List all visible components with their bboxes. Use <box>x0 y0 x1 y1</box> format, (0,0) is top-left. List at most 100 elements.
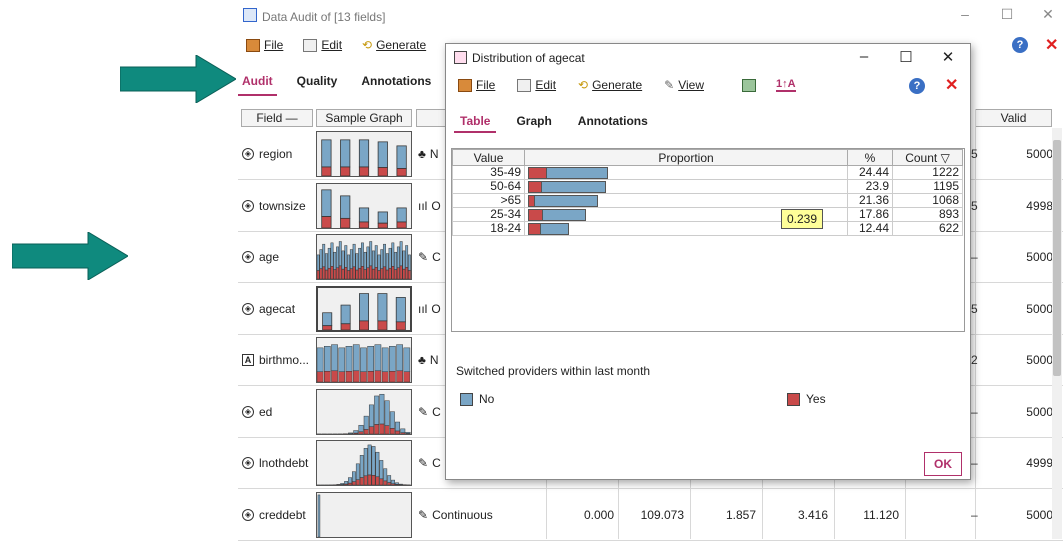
header-value[interactable]: Value <box>453 150 525 166</box>
measure-cell: ♣N <box>418 334 439 386</box>
proportion-bar-no <box>540 223 569 235</box>
field-cell: Abirthmo... <box>242 334 309 386</box>
distribution-icon <box>454 51 467 64</box>
tab-audit[interactable]: Audit <box>238 70 277 96</box>
measure-label: C <box>432 250 441 264</box>
measure-cell: ✎C <box>418 231 441 283</box>
field-cell: ◈lnothdebt <box>242 437 308 489</box>
table-row[interactable]: 50-6423.91195 <box>453 180 963 194</box>
statistic-value: 109.073 <box>620 489 684 541</box>
column-header-field[interactable]: Field — <box>241 109 313 127</box>
sample-graph-thumbnail[interactable] <box>316 131 412 177</box>
ok-button[interactable]: OK <box>924 452 962 476</box>
ordinal-icon: ◈ <box>242 303 254 315</box>
sample-graph-thumbnail[interactable] <box>316 389 412 435</box>
valid-count: 5000 <box>1026 128 1053 180</box>
proportion-cell <box>525 166 848 180</box>
maximize-icon[interactable]: ☐ <box>997 6 1017 23</box>
field-name: townsize <box>259 199 306 213</box>
sample-graph-thumbnail[interactable] <box>316 234 412 280</box>
field-name: age <box>259 250 279 264</box>
sample-graph-thumbnail[interactable] <box>316 337 412 383</box>
sample-graph-thumbnail[interactable] <box>316 183 412 229</box>
measure-label: O <box>431 199 440 213</box>
tab-table[interactable]: Table <box>454 111 496 133</box>
sample-graph-thumbnail[interactable] <box>316 286 412 332</box>
generate-menu[interactable]: ⟲ Generate <box>574 76 646 94</box>
partial-value: – <box>971 386 978 438</box>
close-x-icon[interactable]: ✕ <box>1045 35 1058 55</box>
measure-icon: ✎ <box>418 405 428 419</box>
table-row[interactable]: 25-3417.86893 <box>453 208 963 222</box>
header-percent[interactable]: % <box>848 150 893 166</box>
nominal-icon: ◈ <box>242 148 254 160</box>
window-title: Data Audit of [13 fields] <box>262 10 385 24</box>
maximize-icon[interactable]: ☐ <box>896 48 916 66</box>
header-count[interactable]: Count ▽ <box>893 150 963 166</box>
export-icon[interactable] <box>742 79 756 92</box>
column-header-measure[interactable] <box>416 109 446 127</box>
field-name: agecat <box>259 302 295 316</box>
distribution-dialog: Distribution of agecat – ☐ ✕ File Edit ⟲… <box>445 43 971 480</box>
table-row[interactable]: >6521.361068 <box>453 194 963 208</box>
valid-count: 4999 <box>1026 437 1053 489</box>
measure-cell: ✎Continuous <box>418 489 493 541</box>
measure-cell: ✎C <box>418 437 441 489</box>
tab-annotations[interactable]: Annotations <box>357 70 435 96</box>
measure-icon: ✎ <box>418 508 428 522</box>
field-name: birthmo... <box>259 353 309 367</box>
proportion-cell <box>525 194 848 208</box>
view-menu[interactable]: ✎ View <box>660 76 708 94</box>
minimize-icon[interactable]: – <box>955 6 975 22</box>
field-name: ed <box>259 405 272 419</box>
table-row[interactable]: 18-2412.44622 <box>453 222 963 236</box>
file-menu[interactable]: File <box>454 76 499 94</box>
close-icon[interactable]: ✕ <box>938 48 958 66</box>
proportion-bar-no <box>542 209 586 221</box>
measure-icon: ♣ <box>418 353 426 367</box>
partial-value: 2 <box>971 334 978 386</box>
close-x-icon[interactable]: ✕ <box>945 75 958 95</box>
partial-value: – <box>971 437 978 489</box>
close-icon[interactable]: ✕ <box>1038 6 1058 23</box>
tab-graph[interactable]: Graph <box>510 111 557 133</box>
continuous-icon: ◈ <box>242 406 254 418</box>
audit-menubar: File Edit ⟲ Generate <box>242 33 430 57</box>
arrow-right-icon <box>12 232 128 280</box>
generate-icon: ⟲ <box>578 78 588 92</box>
arrow-right-icon <box>120 55 236 103</box>
table-row[interactable]: 35-4924.441222 <box>453 166 963 180</box>
edit-menu[interactable]: Edit <box>513 76 560 94</box>
column-header-valid[interactable]: Valid <box>975 109 1052 127</box>
measure-label: C <box>432 456 441 470</box>
edit-menu[interactable]: Edit <box>299 36 346 54</box>
sample-graph-thumbnail[interactable] <box>316 492 412 538</box>
field-cell: ◈ townsize <box>242 180 306 232</box>
table-row[interactable]: ◈creddebt✎Continuous–0.000109.0731.8573.… <box>238 489 1063 541</box>
ordinal-icon: ◈ <box>242 200 254 212</box>
proportion-tooltip: 0.239 <box>781 209 823 229</box>
file-menu[interactable]: File <box>242 36 287 54</box>
valid-count: 5000 <box>1026 489 1053 541</box>
sample-graph-thumbnail[interactable] <box>316 440 412 486</box>
help-icon[interactable]: ? <box>909 78 925 94</box>
tab-quality[interactable]: Quality <box>293 70 342 96</box>
proportion-cell <box>525 180 848 194</box>
tab-annotations[interactable]: Annotations <box>572 111 654 133</box>
measure-label: N <box>430 353 439 367</box>
percent-cell: 23.9 <box>848 180 893 194</box>
partial-value: 5 <box>971 180 978 232</box>
help-icon[interactable]: ? <box>1012 37 1028 53</box>
header-proportion[interactable]: Proportion <box>525 150 848 166</box>
file-icon <box>246 39 260 52</box>
percent-cell: 24.44 <box>848 166 893 180</box>
field-name: lnothdebt <box>259 456 308 470</box>
proportion-bar-yes <box>528 209 542 221</box>
generate-menu[interactable]: ⟲ Generate <box>358 36 430 54</box>
sort-icon[interactable]: 1↑A <box>776 78 796 92</box>
scrollbar-thumb[interactable] <box>1053 140 1061 376</box>
measure-label: N <box>430 147 439 161</box>
legend-title: Switched providers within last month <box>456 364 650 378</box>
minimize-icon[interactable]: – <box>854 48 874 65</box>
column-header-sample-graph[interactable]: Sample Graph <box>316 109 412 127</box>
